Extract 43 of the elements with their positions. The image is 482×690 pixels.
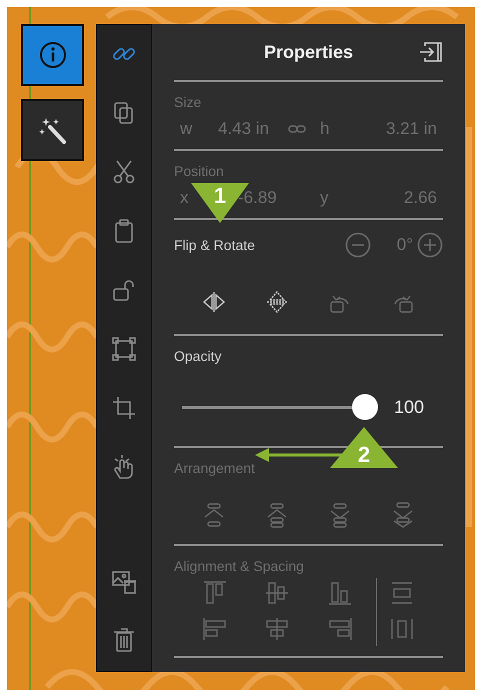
field-label: h bbox=[320, 119, 330, 139]
align-right-icon[interactable] bbox=[326, 616, 353, 642]
distribute-horizontal-icon[interactable] bbox=[388, 616, 415, 642]
flip-vertical-icon[interactable] bbox=[264, 290, 289, 314]
padlock-icon[interactable] bbox=[111, 277, 137, 303]
align-top-icon[interactable] bbox=[202, 580, 228, 606]
field-label: x bbox=[180, 188, 190, 208]
crop-icon[interactable] bbox=[111, 395, 137, 421]
send-to-back-icon[interactable] bbox=[392, 502, 414, 528]
trash-icon[interactable] bbox=[111, 627, 137, 653]
opacity-slider[interactable] bbox=[182, 394, 378, 420]
info-icon bbox=[38, 40, 68, 70]
angle-value: 0° bbox=[396, 235, 413, 255]
field-label: w bbox=[180, 119, 194, 139]
align-center-icon[interactable] bbox=[264, 616, 290, 642]
flip-horizontal-icon[interactable] bbox=[202, 290, 226, 314]
align-bottom-icon[interactable] bbox=[326, 580, 353, 606]
align-left-icon[interactable] bbox=[202, 616, 228, 642]
magic-wand-button[interactable] bbox=[21, 99, 84, 161]
section-label: Arrangement bbox=[174, 460, 256, 476]
slider-thumb[interactable] bbox=[352, 394, 378, 420]
section-label: Opacity bbox=[174, 348, 222, 364]
plus-icon[interactable] bbox=[417, 232, 443, 258]
height-value: 3.21 in bbox=[384, 119, 438, 139]
bring-to-front-icon[interactable] bbox=[202, 502, 225, 528]
section-label: Size bbox=[174, 94, 202, 110]
width-value: 4.43 in bbox=[218, 119, 270, 139]
field-label: y bbox=[320, 188, 330, 208]
link-icon[interactable] bbox=[288, 125, 306, 133]
section-label: Alignment & Spacing bbox=[174, 558, 305, 574]
scissors-icon[interactable] bbox=[111, 159, 137, 185]
section-label: Flip & Rotate bbox=[174, 237, 256, 253]
y-value: 2.66 bbox=[402, 188, 438, 208]
bring-forward-icon[interactable] bbox=[266, 502, 288, 528]
section-label: Position bbox=[174, 163, 225, 179]
opacity-value: 100 bbox=[394, 396, 424, 418]
info-button[interactable] bbox=[21, 24, 84, 86]
transform-icon[interactable] bbox=[111, 336, 137, 362]
image-trash-icon[interactable] bbox=[111, 568, 137, 594]
panel-title: Properties bbox=[264, 42, 354, 62]
send-backward-icon[interactable] bbox=[329, 502, 352, 528]
align-middle-icon[interactable] bbox=[264, 580, 290, 606]
exit-icon[interactable] bbox=[419, 41, 443, 63]
